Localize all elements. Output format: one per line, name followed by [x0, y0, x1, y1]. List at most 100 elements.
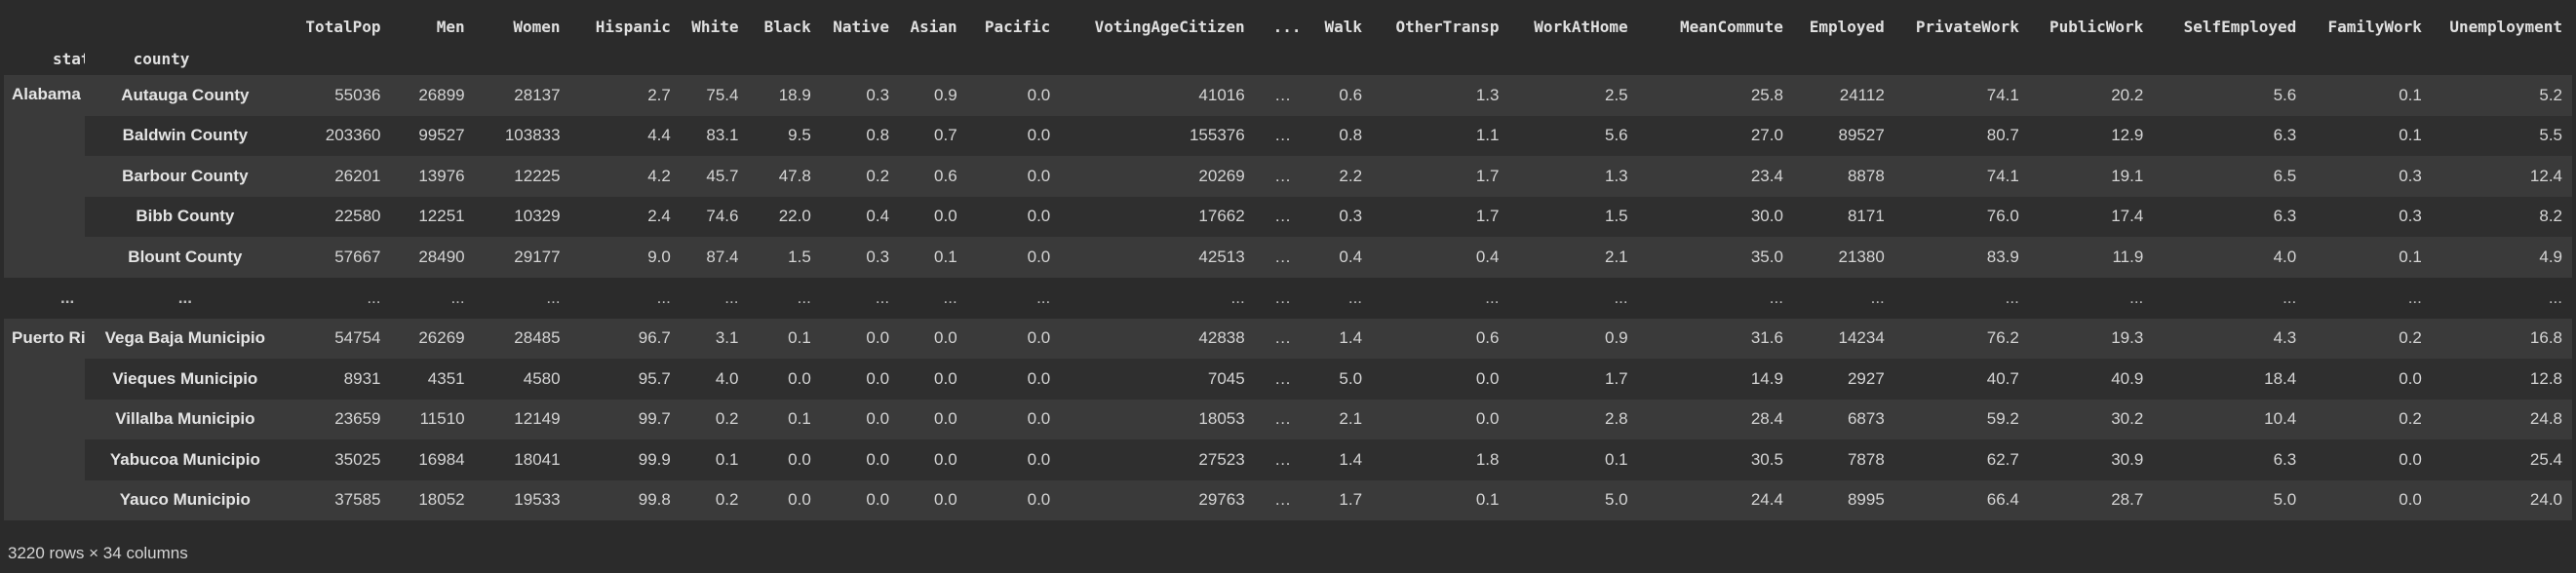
- index-name-state: state: [53, 49, 85, 68]
- header-blank-cell: [2153, 42, 2306, 75]
- table-cell: 28.7: [2028, 479, 2154, 520]
- table-cell: 0.0: [820, 399, 900, 439]
- table-cell: 30.0: [1637, 196, 1793, 237]
- table-cell: 11.9: [2028, 237, 2154, 278]
- table-cell: 12225: [474, 156, 570, 197]
- header-blank-cell: [2029, 42, 2153, 75]
- table-cell: 3.1: [680, 318, 749, 359]
- county-index-cell: Barbour County: [84, 156, 287, 197]
- table-cell: 0.4: [1372, 237, 1509, 278]
- column-header: Black: [763, 17, 811, 36]
- table-cell: 6873: [1792, 399, 1894, 439]
- header-blank-cell: [681, 42, 749, 75]
- column-header: Unemployment: [2449, 17, 2562, 36]
- table-cell: 26201: [286, 156, 391, 197]
- column-header: Employed: [1809, 17, 1885, 36]
- table-cell: 14234: [1792, 318, 1894, 359]
- table-cell: 6.3: [2153, 439, 2307, 480]
- column-header: TotalPop: [305, 17, 381, 36]
- column-header: PrivateWork: [1915, 17, 2019, 36]
- table-cell: …: [1254, 115, 1311, 156]
- table-cell: 7878: [1792, 439, 1894, 480]
- table-cell: 4.9: [2431, 237, 2572, 278]
- table-cell: …: [1254, 196, 1311, 237]
- table-cell: 55036: [286, 75, 391, 116]
- table-cell: …: [1254, 318, 1311, 359]
- table-cell: 5.2: [2431, 75, 2572, 116]
- table-row: Baldwin County 203360 99527 103833 4.4 83.1 9.…: [4, 115, 2572, 156]
- table-cell: 99527: [390, 115, 475, 156]
- table-cell: 8878: [1792, 156, 1894, 197]
- table-cell: 42513: [1060, 237, 1255, 278]
- header-blank-cell: [1255, 42, 1311, 75]
- table-cell: 0.2: [680, 399, 749, 439]
- table-cell: 1.3: [1372, 75, 1509, 116]
- county-index-cell: Baldwin County: [84, 115, 287, 156]
- header-blank-cell: [748, 42, 820, 75]
- ellipsis-cell: ...: [2306, 277, 2432, 319]
- table-cell: …: [1254, 237, 1311, 278]
- table-cell: 12.4: [2431, 156, 2572, 197]
- column-header: MeanCommute: [1679, 17, 1783, 36]
- table-cell: 0.0: [966, 75, 1061, 116]
- column-header: PublicWork: [2049, 17, 2144, 36]
- table-cell: 5.6: [1508, 115, 1638, 156]
- column-header: Hispanic: [595, 17, 671, 36]
- table-cell: 0.0: [966, 237, 1061, 278]
- table-cell: 99.7: [569, 399, 681, 439]
- header-blank-cell: [1372, 42, 1508, 75]
- table-cell: 0.1: [2306, 237, 2432, 278]
- ellipsis-cell: …: [1254, 277, 1311, 319]
- table-cell: 6.3: [2153, 196, 2307, 237]
- table-cell: 0.8: [1310, 115, 1373, 156]
- table-cell: 5.0: [1508, 479, 1638, 520]
- table-cell: 24.0: [2431, 479, 2572, 520]
- ellipsis-cell: ...: [820, 277, 900, 319]
- table-cell: 0.0: [748, 479, 821, 520]
- table-cell: 74.1: [1893, 156, 2029, 197]
- table-cell: 0.0: [899, 318, 967, 359]
- table-cell: 2.2: [1310, 156, 1373, 197]
- table-cell: 0.4: [820, 196, 900, 237]
- table-cell: 87.4: [680, 237, 749, 278]
- table-cell: …: [1254, 359, 1311, 400]
- table-cell: 0.0: [820, 479, 900, 520]
- header-blank-cell: [475, 42, 570, 75]
- column-header: Native: [833, 17, 890, 36]
- table-cell: 1.1: [1372, 115, 1509, 156]
- table-cell: 6.5: [2153, 156, 2307, 197]
- table-row: Alabama Autauga County 55036 26899 28137 2.7 7…: [4, 75, 2572, 278]
- table-cell: 0.3: [2306, 156, 2432, 197]
- table-cell: 0.9: [1508, 318, 1638, 359]
- ellipsis-cell: ...: [1637, 277, 1793, 319]
- table-cell: 1.7: [1372, 196, 1509, 237]
- header-blank-cell: [821, 42, 899, 75]
- table-cell: 10329: [474, 196, 570, 237]
- ellipsis-cell: ...: [390, 277, 475, 319]
- ellipsis-cell: ...: [4, 277, 85, 319]
- state-index-cell: Alabama: [4, 75, 85, 278]
- table-cell: 2927: [1792, 359, 1894, 400]
- table-cell: 0.0: [820, 439, 900, 480]
- table-cell: 0.3: [1310, 196, 1373, 237]
- table-cell: 2.4: [569, 196, 681, 237]
- table-cell: 0.7: [899, 115, 967, 156]
- table-cell: 103833: [474, 115, 570, 156]
- header-blank-cell: [286, 42, 390, 75]
- table-cell: 0.1: [680, 439, 749, 480]
- table-cell: 0.1: [2306, 115, 2432, 156]
- column-header: ...: [1272, 17, 1302, 36]
- ellipsis-cell: ...: [1372, 277, 1509, 319]
- table-cell: 42838: [1060, 318, 1255, 359]
- table-cell: 0.3: [820, 75, 900, 116]
- ellipsis-cell: ...: [1893, 277, 2029, 319]
- table-cell: 83.1: [680, 115, 749, 156]
- table-cell: …: [1254, 439, 1311, 480]
- table-cell: 18053: [1060, 399, 1255, 439]
- table-cell: 29763: [1060, 479, 1255, 520]
- county-index-cell: Villalba Municipio: [84, 399, 287, 439]
- table-cell: 0.0: [899, 439, 967, 480]
- table-cell: 0.1: [1372, 479, 1509, 520]
- table-cell: 12149: [474, 399, 570, 439]
- table-cell: 4351: [390, 359, 475, 400]
